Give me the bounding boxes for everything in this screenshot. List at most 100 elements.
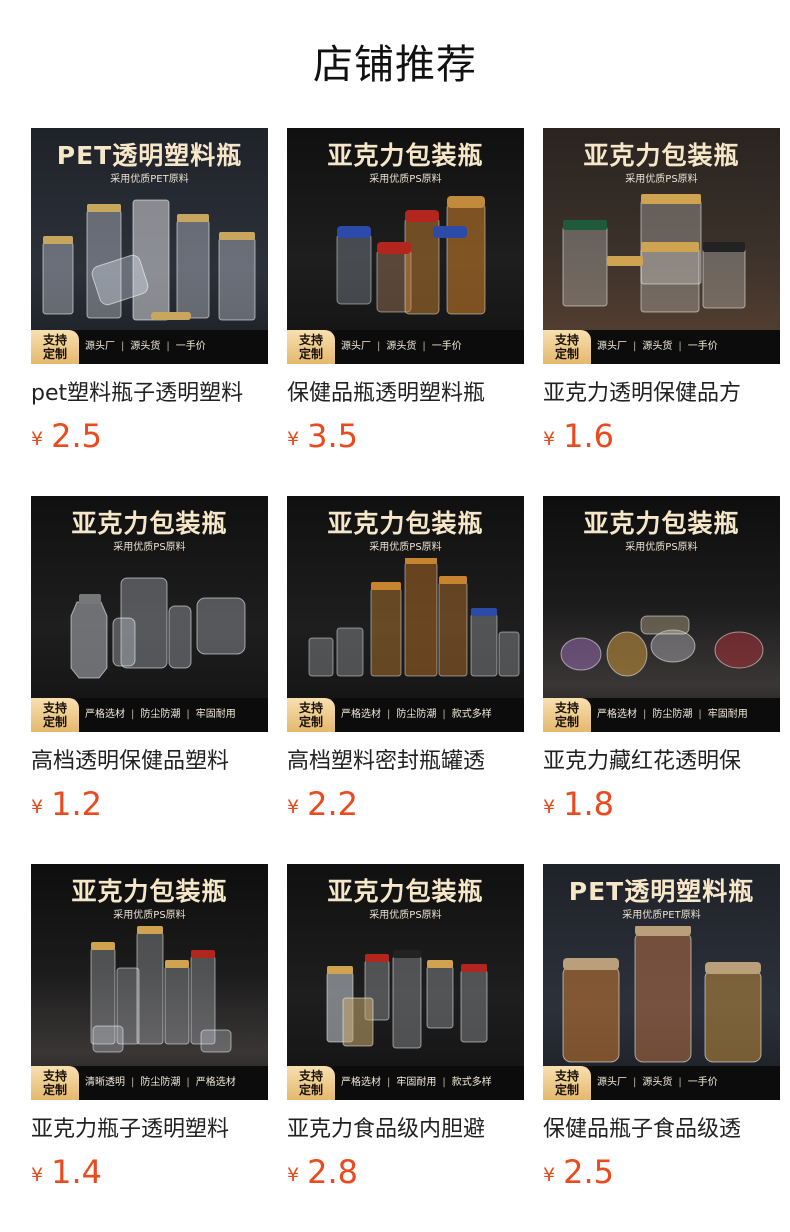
feature-list: 严格选材 | 防尘防潮 | 牢固耐用 [85, 698, 264, 732]
product-title[interactable]: 亚克力食品级内胆避 [287, 1114, 524, 1146]
feature-separator: | [186, 1077, 190, 1088]
bottles-illustration [543, 190, 780, 330]
product-price: ¥2.5 [543, 1152, 614, 1192]
product-image[interactable]: PET透明塑料瓶 采用优质PET原料 支持 定制 源头厂 | 源头货 | 一手价 [543, 864, 780, 1100]
feature-list: 清晰透明 | 防尘防潮 | 严格选材 [85, 1066, 264, 1100]
banner-title: PET透明塑料瓶 [568, 877, 755, 906]
bottles-illustration [543, 558, 780, 698]
price-amount: 2.8 [307, 1153, 358, 1191]
badge-line-2: 定制 [298, 1083, 323, 1097]
feature-bar: 支持 定制 清晰透明 | 防尘防潮 | 严格选材 [31, 1066, 268, 1100]
feature-separator: | [442, 1077, 446, 1088]
feature-bar: 支持 定制 严格选材 | 防尘防潮 | 牢固耐用 [31, 698, 268, 732]
page-title: 店铺推荐 [313, 42, 477, 88]
feature-list: 严格选材 | 牢固耐用 | 款式多样 [341, 1066, 520, 1100]
feature-separator: | [643, 709, 647, 720]
feature-item: 清晰透明 [85, 1077, 125, 1088]
product-price: ¥2.5 [31, 416, 102, 456]
feature-bar: 支持 定制 源头厂 | 源头货 | 一手价 [287, 330, 524, 364]
feature-separator: | [678, 1077, 682, 1088]
currency-symbol: ¥ [287, 796, 300, 818]
feature-item: 严格选材 [341, 709, 381, 720]
product-image[interactable]: PET透明塑料瓶 采用优质PET原料 支持 定制 源头厂 | 源头货 | 一手价 [31, 128, 268, 364]
feature-item: 源头货 [642, 341, 673, 352]
banner-subtitle: 采用优质PS原料 [369, 174, 442, 185]
product-card-8[interactable]: 亚克力包装瓶 采用优质PS原料 支持 定制 严格选材 | 牢固耐用 | 款式多样 亚克力… [287, 864, 524, 1204]
currency-symbol: ¥ [543, 796, 556, 818]
feature-item: 牢固耐用 [707, 709, 748, 720]
product-card-9[interactable]: PET透明塑料瓶 采用优质PET原料 支持 定制 源头厂 | 源头货 | 一手价 保健品… [543, 864, 780, 1204]
badge-line-2: 定制 [298, 347, 323, 361]
banner-title: 亚克力包装瓶 [327, 877, 484, 906]
feature-separator: | [377, 341, 381, 352]
feature-item: 源头货 [130, 341, 161, 352]
feature-separator: | [121, 341, 125, 352]
product-image[interactable]: 亚克力包装瓶 采用优质PS原料 支持 定制 源头厂 | 源头货 | 一手价 [287, 128, 524, 364]
feature-item: 防尘防潮 [652, 709, 693, 720]
product-card-1[interactable]: PET透明塑料瓶 采用优质PET原料 支持 定制 源头厂 | 源头货 | 一手价 pet… [31, 128, 268, 468]
product-title[interactable]: 亚克力藏红花透明保 [543, 746, 780, 778]
product-image[interactable]: 亚克力包装瓶 采用优质PS原料 支持 定制 清晰透明 | 防尘防潮 | 严格选材 [31, 864, 268, 1100]
product-image[interactable]: 亚克力包装瓶 采用优质PS原料 支持 定制 源头厂 | 源头货 | 一手价 [543, 128, 780, 364]
feature-separator: | [698, 709, 702, 720]
feature-list: 严格选材 | 防尘防潮 | 款式多样 [341, 698, 520, 732]
product-card-2[interactable]: 亚克力包装瓶 采用优质PS原料 支持 定制 源头厂 | 源头货 | 一手价 保健品瓶透明… [287, 128, 524, 468]
product-title[interactable]: 亚克力透明保健品方 [543, 378, 780, 410]
product-card-3[interactable]: 亚克力包装瓶 采用优质PS原料 支持 定制 源头厂 | 源头货 | 一手价 亚克力透明保… [543, 128, 780, 468]
feature-item: 牢固耐用 [396, 1077, 437, 1088]
product-image[interactable]: 亚克力包装瓶 采用优质PS原料 支持 定制 严格选材 | 防尘防潮 | 牢固耐用 [31, 496, 268, 732]
feature-bar: 支持 定制 严格选材 | 牢固耐用 | 款式多样 [287, 1066, 524, 1100]
price-amount: 2.5 [51, 417, 102, 455]
badge-line-2: 定制 [42, 715, 67, 729]
feature-item: 款式多样 [451, 709, 492, 720]
feature-separator: | [387, 709, 391, 720]
product-image[interactable]: 亚克力包装瓶 采用优质PS原料 支持 定制 严格选材 | 牢固耐用 | 款式多样 [287, 864, 524, 1100]
custom-badge: 支持 定制 [31, 1066, 79, 1100]
product-image[interactable]: 亚克力包装瓶 采用优质PS原料 支持 定制 严格选材 | 防尘防潮 | 款式多样 [287, 496, 524, 732]
bottles-illustration [31, 558, 268, 698]
custom-badge: 支持 定制 [287, 330, 335, 364]
feature-item: 源头货 [642, 1077, 673, 1088]
product-title[interactable]: 保健品瓶透明塑料瓶 [287, 378, 524, 410]
badge-line-1: 支持 [554, 1069, 579, 1083]
product-card-5[interactable]: 亚克力包装瓶 采用优质PS原料 支持 定制 严格选材 | 防尘防潮 | 款式多样 高档塑… [287, 496, 524, 836]
product-title[interactable]: 亚克力瓶子透明塑料 [31, 1114, 268, 1146]
feature-separator: | [186, 709, 190, 720]
price-amount: 2.2 [307, 785, 358, 823]
currency-symbol: ¥ [287, 1164, 300, 1186]
product-title[interactable]: 高档透明保健品塑料 [31, 746, 268, 778]
feature-bar: 支持 定制 源头厂 | 源头货 | 一手价 [31, 330, 268, 364]
badge-line-1: 支持 [42, 701, 67, 715]
badge-line-1: 支持 [554, 701, 579, 715]
badge-line-1: 支持 [554, 333, 579, 347]
badge-line-1: 支持 [42, 333, 67, 347]
custom-badge: 支持 定制 [543, 1066, 591, 1100]
product-title[interactable]: 高档塑料密封瓶罐透 [287, 746, 524, 778]
feature-list: 源头厂 | 源头货 | 一手价 [85, 330, 264, 364]
feature-item: 源头厂 [341, 341, 371, 352]
currency-symbol: ¥ [31, 1164, 44, 1186]
feature-item: 一手价 [687, 341, 718, 352]
custom-badge: 支持 定制 [287, 698, 335, 732]
product-title[interactable]: 保健品瓶子食品级透 [543, 1114, 780, 1146]
product-card-6[interactable]: 亚克力包装瓶 采用优质PS原料 支持 定制 严格选材 | 防尘防潮 | 牢固耐用 亚克力… [543, 496, 780, 836]
badge-line-2: 定制 [42, 1083, 67, 1097]
feature-item: 一手价 [431, 341, 462, 352]
feature-list: 源头厂 | 源头货 | 一手价 [341, 330, 520, 364]
feature-separator: | [387, 1077, 391, 1088]
feature-list: 严格选材 | 防尘防潮 | 牢固耐用 [597, 698, 776, 732]
product-title[interactable]: pet塑料瓶子透明塑料 [31, 378, 268, 410]
badge-line-2: 定制 [554, 715, 579, 729]
feature-separator: | [422, 341, 426, 352]
product-card-7[interactable]: 亚克力包装瓶 采用优质PS原料 支持 定制 清晰透明 | 防尘防潮 | 严格选材 亚克力… [31, 864, 268, 1204]
feature-separator: | [131, 709, 135, 720]
product-card-4[interactable]: 亚克力包装瓶 采用优质PS原料 支持 定制 严格选材 | 防尘防潮 | 牢固耐用 高档透… [31, 496, 268, 836]
feature-separator: | [633, 1077, 637, 1088]
product-price: ¥1.4 [31, 1152, 102, 1192]
banner-subtitle: 采用优质PS原料 [369, 910, 442, 921]
product-image[interactable]: 亚克力包装瓶 采用优质PS原料 支持 定制 严格选材 | 防尘防潮 | 牢固耐用 [543, 496, 780, 732]
badge-line-1: 支持 [298, 701, 323, 715]
banner-title: 亚克力包装瓶 [71, 877, 228, 906]
feature-bar: 支持 定制 源头厂 | 源头货 | 一手价 [543, 330, 780, 364]
product-price: ¥1.8 [543, 784, 614, 824]
